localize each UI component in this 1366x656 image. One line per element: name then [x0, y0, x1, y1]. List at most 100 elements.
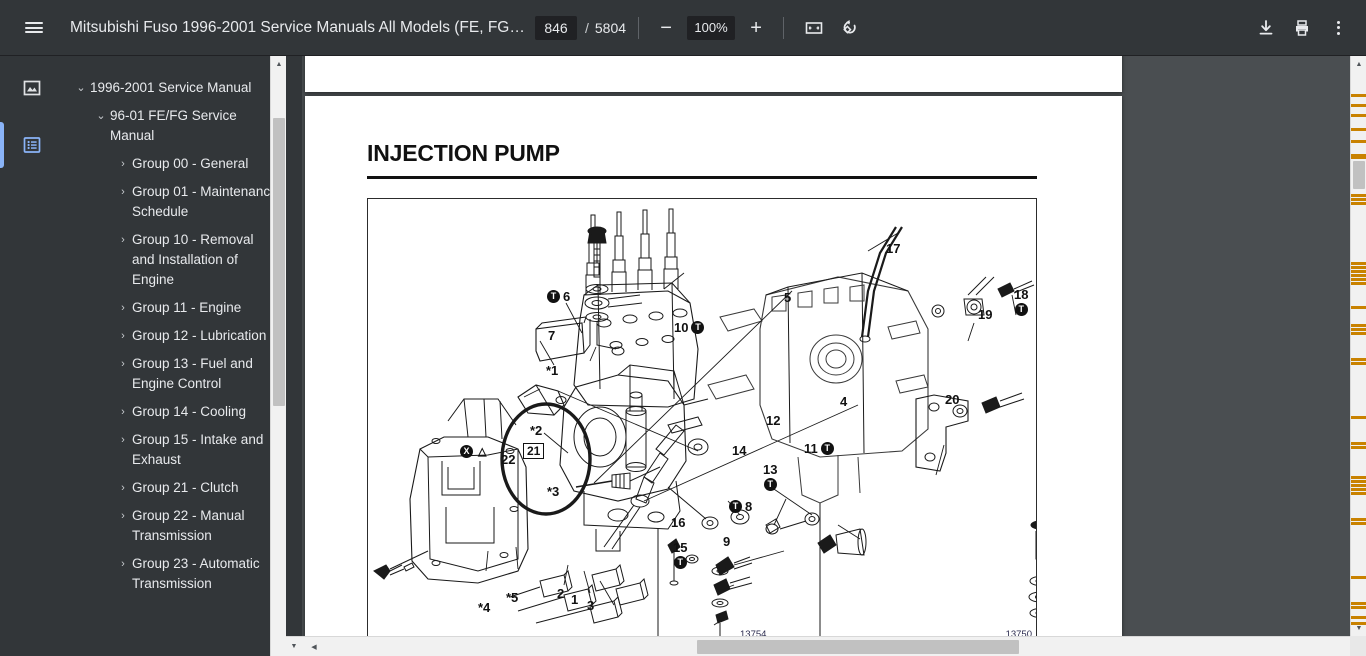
callout-label: *4 — [478, 600, 491, 615]
scroll-left-arrow[interactable]: ◀ — [306, 637, 322, 656]
figure-callout: 14 — [732, 443, 746, 458]
callout-label: *5 — [506, 590, 519, 605]
sidebar-item-8[interactable]: › Group 14 - Cooling — [64, 398, 286, 426]
zoom-level-input[interactable] — [687, 15, 736, 40]
figure-callout: 5 — [784, 290, 791, 305]
sidebar-item-12[interactable]: › Group 23 - Automatic Transmission — [64, 550, 286, 598]
callout-label: 13 — [763, 462, 778, 477]
sidebar-item-label: Group 15 - Intake and Exhaust — [132, 432, 264, 467]
sidebar-scroll-thumb[interactable] — [273, 118, 285, 406]
figure-callout: 11 T — [804, 441, 834, 456]
sidebar-item-6[interactable]: › Group 12 - Lubrication — [64, 322, 286, 350]
exploded-view-figure: 13754 13750 T 6 7 10 T *1 *2 21 22 *3 *4 *5 2 1 3 16 15 T… — [367, 198, 1037, 636]
sidebar-item-0[interactable]: ⌄ 1996-2001 Service Manual — [64, 74, 286, 102]
sidebar-item-label: Group 13 - Fuel and Engine Control — [132, 356, 253, 391]
sidebar-scroll-down-arrow[interactable]: ▼ — [286, 636, 302, 656]
chevron-right-icon[interactable]: › — [114, 430, 132, 450]
figure-callout: 3 — [587, 598, 594, 613]
find-result-marker — [1351, 306, 1366, 309]
sidebar-item-label: 1996-2001 Service Manual — [90, 80, 252, 95]
find-result-marker — [1351, 362, 1366, 365]
chevron-right-icon[interactable]: › — [114, 326, 132, 346]
find-result-marker — [1351, 156, 1366, 159]
chevron-right-icon[interactable]: › — [114, 402, 132, 422]
rotate-counterclockwise-icon[interactable] — [832, 10, 868, 46]
sidebar-item-label: Group 01 - Maintenance Schedule — [132, 184, 278, 219]
toolbar-actions — [1248, 10, 1356, 46]
figure-callout: 15 T — [673, 540, 687, 569]
viewer-scroll-up-arrow[interactable]: ▲ — [1351, 56, 1366, 72]
page-number-input[interactable] — [535, 15, 577, 40]
chevron-right-icon[interactable]: › — [114, 154, 132, 174]
find-result-marker — [1351, 492, 1366, 495]
hamburger-menu-icon[interactable] — [16, 10, 52, 46]
chevron-down-icon[interactable]: ⌄ — [72, 78, 90, 98]
zoom-in-button[interactable]: + — [741, 13, 771, 43]
chevron-right-icon[interactable]: › — [114, 230, 132, 250]
sidebar-item-1[interactable]: ⌄ 96-01 FE/FG Service Manual — [64, 102, 286, 150]
document-outline-icon[interactable] — [14, 127, 50, 163]
horizontal-scrollbar[interactable]: ◀ — [302, 636, 1350, 656]
callout-label: 2 — [557, 586, 565, 601]
figure-callout: 9 — [723, 534, 730, 549]
viewer-scroll-thumb[interactable] — [1353, 161, 1365, 189]
zoom-out-button[interactable]: − — [651, 13, 681, 43]
sidebar-item-7[interactable]: › Group 13 - Fuel and Engine Control — [64, 350, 286, 398]
find-result-marker — [1351, 198, 1366, 201]
sidebar-scrollbar[interactable]: ▲ — [270, 56, 286, 656]
print-icon[interactable] — [1284, 10, 1320, 46]
callout-label: 6 — [563, 289, 571, 304]
more-options-icon[interactable] — [1320, 10, 1356, 46]
find-result-marker — [1351, 358, 1366, 361]
horizontal-scroll-thumb[interactable] — [697, 640, 1019, 654]
find-result-marker — [1351, 480, 1366, 483]
sidebar-item-10[interactable]: › Group 21 - Clutch — [64, 474, 286, 502]
callout-label: *3 — [547, 484, 560, 499]
find-result-marker — [1351, 616, 1366, 619]
chevron-right-icon[interactable]: › — [114, 554, 132, 574]
callout-label: 18 — [1014, 287, 1029, 302]
chevron-right-icon[interactable]: › — [114, 478, 132, 498]
dot — [1336, 20, 1340, 24]
sidebar-item-11[interactable]: › Group 22 - Manual Transmission — [64, 502, 286, 550]
callout-label: 20 — [945, 392, 960, 407]
callout-label: *1 — [546, 363, 559, 378]
find-result-marker — [1351, 476, 1366, 479]
chevron-right-icon[interactable]: › — [114, 298, 132, 318]
figure-number-right: 13750 — [1005, 629, 1032, 636]
page-navigator: / 5804 — [535, 15, 626, 40]
hamburger-line — [25, 26, 43, 29]
sidebar-item-3[interactable]: › Group 01 - Maintenance Schedule — [64, 178, 286, 226]
document-viewport[interactable]: INJECTION PUMP 13754 13750 T 6 7 10 T *1… — [302, 56, 1350, 636]
sidebar-item-label: Group 23 - Automatic Transmission — [132, 556, 260, 591]
fit-to-width-icon[interactable] — [796, 10, 832, 46]
sidebar-item-5[interactable]: › Group 11 - Engine — [64, 294, 286, 322]
viewer-scrollbar[interactable]: ▲ ▼ — [1350, 56, 1366, 636]
sidebar-item-4[interactable]: › Group 10 - Removal and Installation of … — [64, 226, 286, 294]
find-result-marker — [1351, 278, 1366, 281]
callout-label: 14 — [732, 443, 747, 458]
chevron-right-icon[interactable]: › — [114, 182, 132, 202]
callout-label: 4 — [840, 394, 848, 409]
sidebar-item-2[interactable]: › Group 00 - General — [64, 150, 286, 178]
sidebar-scroll-up-arrow[interactable]: ▲ — [271, 56, 286, 72]
chevron-down-icon[interactable]: ⌄ — [92, 106, 110, 126]
toolbar-divider — [638, 16, 640, 39]
chevron-right-icon[interactable]: › — [114, 506, 132, 526]
previous-page-card — [305, 56, 1122, 92]
figure-callout: *1 — [546, 363, 558, 378]
torque-symbol: T — [691, 321, 705, 334]
thumbnails-panel-icon[interactable] — [14, 70, 50, 106]
viewer-scroll-down-arrow[interactable]: ▼ — [1351, 620, 1366, 636]
find-result-marker — [1351, 602, 1366, 605]
find-result-marker — [1351, 262, 1366, 265]
find-result-marker — [1351, 484, 1366, 487]
find-result-marker — [1351, 488, 1366, 491]
find-result-marker — [1351, 94, 1366, 97]
sidebar-item-9[interactable]: › Group 15 - Intake and Exhaust — [64, 426, 286, 474]
hamburger-line — [25, 22, 43, 24]
download-icon[interactable] — [1248, 10, 1284, 46]
chevron-right-icon[interactable]: › — [114, 354, 132, 374]
torque-symbol: T — [1014, 303, 1028, 316]
find-result-marker — [1351, 522, 1366, 525]
